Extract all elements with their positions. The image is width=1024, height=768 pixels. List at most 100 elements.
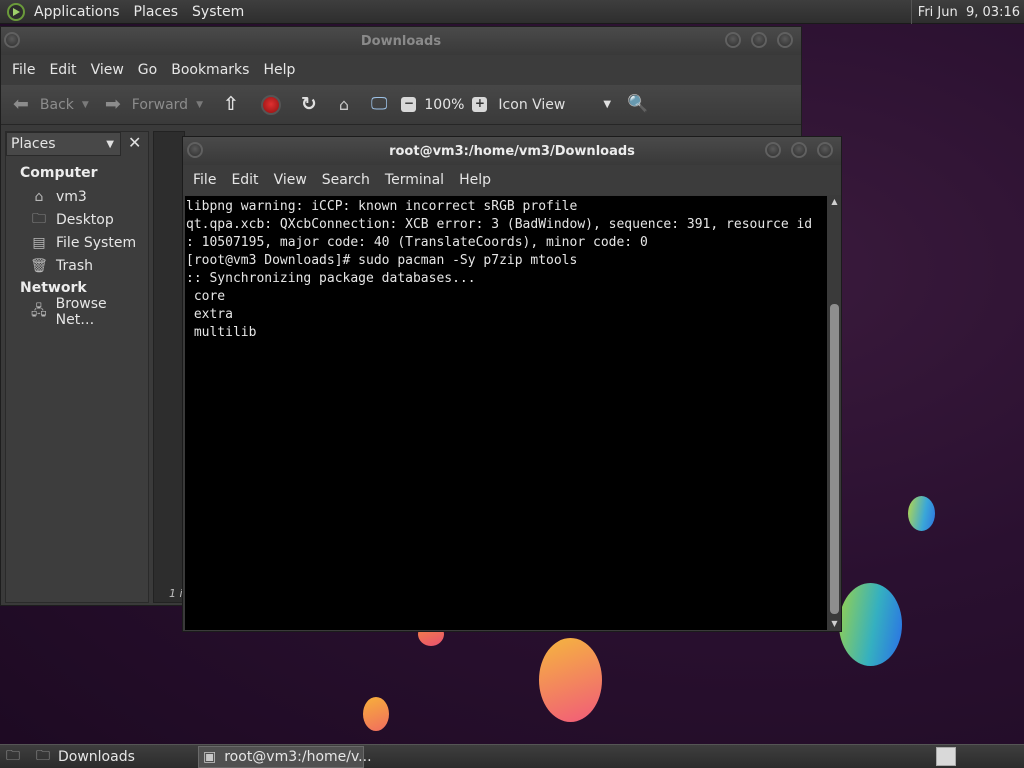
menu-go[interactable]: Go: [138, 62, 157, 78]
taskbar-item-terminal[interactable]: ▣ root@vm3:/home/v...: [198, 745, 372, 768]
menu-search[interactable]: Search: [322, 172, 370, 188]
menu-bookmarks[interactable]: Bookmarks: [171, 62, 249, 78]
folder-icon: 🗀: [36, 747, 50, 764]
bottom-panel: 🗀 🗀 Downloads ▣ root@vm3:/home/v...: [0, 744, 1024, 768]
workspace-switcher[interactable]: [936, 747, 956, 766]
show-desktop-button[interactable]: 🗀: [2, 746, 24, 768]
sidebar-item-label: vm3: [56, 188, 87, 205]
search-button[interactable]: 🔍: [627, 96, 648, 113]
sidebar-item-label: Browse Net…: [55, 295, 107, 328]
sidebar-group-computer: Computer: [20, 165, 98, 181]
chevron-down-icon: ▼: [106, 139, 114, 150]
sidebar-item-browse-network[interactable]: 🖧 Browse Net…: [6, 296, 148, 328]
menu-terminal[interactable]: Terminal: [385, 172, 444, 188]
places-sidebar: Places ▼ ✕ Computer ⌂ vm3 🗀 Desktop ▤ Fi…: [5, 131, 149, 603]
window-menu-icon[interactable]: [4, 32, 20, 48]
clock-text: Fri Jun 9, 03:16: [917, 4, 1020, 20]
file-manager-menubar: File Edit View Go Bookmarks Help: [1, 55, 801, 85]
zoom-level: 100%: [424, 96, 465, 113]
chevron-down-icon: ▼: [603, 99, 612, 110]
terminal-line: qt.qpa.xcb: QXcbConnection: XCB error: 3…: [186, 217, 813, 232]
terminal-output[interactable]: libpng warning: iCCP: known incorrect sR…: [185, 196, 827, 630]
bubble-decoration: [908, 496, 935, 531]
menu-file[interactable]: File: [12, 62, 35, 78]
sidebar-item-vm3[interactable]: ⌂ vm3: [6, 185, 148, 208]
places-menu[interactable]: Places: [134, 4, 179, 20]
zoom-out-button[interactable]: −: [401, 97, 417, 112]
sidebar-item-file-system[interactable]: ▤ File System: [6, 231, 148, 254]
clock[interactable]: Fri Jun 9, 03:16: [910, 0, 1024, 24]
close-icon[interactable]: [817, 142, 833, 158]
menu-help[interactable]: Help: [263, 62, 295, 78]
status-bar-text: 1 i: [169, 587, 183, 600]
back-arrow-icon: ⬅: [13, 93, 29, 115]
bubble-decoration: [539, 638, 602, 722]
terminal-line: : 10507195, major code: 40 (TranslateCoo…: [186, 235, 648, 250]
minimize-icon[interactable]: [765, 142, 781, 158]
menu-edit[interactable]: Edit: [231, 172, 258, 188]
sidebar-selector[interactable]: Places ▼: [6, 132, 121, 156]
terminal-icon: ▣: [203, 748, 217, 765]
terminal-window: root@vm3:/home/vm3/Downloads File Edit V…: [182, 136, 842, 632]
taskbar-item-label: root@vm3:/home/v...: [224, 748, 372, 765]
taskbar-item-label: Downloads: [58, 748, 135, 765]
terminal-scrollbar[interactable]: ▲ ▼: [828, 196, 841, 630]
file-view-area[interactable]: [153, 131, 185, 603]
scroll-up-icon[interactable]: ▲: [828, 196, 841, 208]
computer-button[interactable]: 🖵: [371, 96, 387, 113]
zoom-in-button[interactable]: +: [472, 97, 488, 112]
window-title: root@vm3:/home/vm3/Downloads: [389, 143, 635, 159]
terminal-menubar: File Edit View Search Terminal Help: [183, 165, 841, 195]
scroll-down-icon[interactable]: ▼: [828, 618, 841, 630]
close-icon[interactable]: [777, 32, 793, 48]
bubble-decoration: [839, 583, 902, 666]
forward-arrow-icon: ➡: [104, 93, 121, 115]
forward-button[interactable]: ➡ Forward ▼: [105, 95, 203, 114]
terminal-line: multilib: [186, 325, 257, 340]
minimize-icon[interactable]: [725, 32, 741, 48]
close-sidebar-icon[interactable]: ✕: [128, 133, 141, 152]
system-menu[interactable]: System: [192, 4, 244, 20]
back-button[interactable]: ⬅ Back ▼: [13, 95, 89, 114]
stop-button[interactable]: [260, 94, 281, 115]
top-panel: Applications Places System Fri Jun 9, 03…: [0, 0, 1024, 24]
network-icon: 🖧: [31, 302, 47, 319]
terminal-line: [root@vm3 Downloads]# sudo pacman -Sy p7…: [186, 253, 578, 268]
reload-button[interactable]: ↻: [301, 95, 317, 114]
applications-menu[interactable]: Applications: [34, 4, 120, 20]
distro-logo-icon[interactable]: [7, 2, 25, 21]
up-arrow-icon: ⇧: [223, 93, 239, 115]
file-manager-toolbar: ⬅ Back ▼ ➡ Forward ▼ ⇧ ↻ ⌂ 🖵 − 100% + Ic…: [1, 85, 801, 125]
window-menu-icon[interactable]: [187, 142, 203, 158]
view-mode-label: Icon View: [498, 96, 566, 113]
computer-icon: 🖵: [371, 94, 388, 114]
terminal-titlebar[interactable]: root@vm3:/home/vm3/Downloads: [183, 137, 841, 165]
maximize-icon[interactable]: [791, 142, 807, 158]
taskbar-item-downloads[interactable]: 🗀 Downloads: [32, 746, 192, 768]
menu-view[interactable]: View: [274, 172, 307, 188]
bubble-decoration: [363, 697, 389, 731]
window-title: Downloads: [360, 33, 442, 49]
menu-view[interactable]: View: [91, 62, 124, 78]
sidebar-header-label: Places: [11, 136, 56, 152]
home-button[interactable]: ⌂: [338, 94, 349, 114]
sidebar-item-desktop[interactable]: 🗀 Desktop: [6, 208, 148, 231]
maximize-icon[interactable]: [751, 32, 767, 48]
sidebar-item-label: File System: [56, 234, 137, 251]
menu-help[interactable]: Help: [459, 172, 491, 188]
scrollbar-thumb[interactable]: [830, 304, 839, 614]
sidebar-item-trash[interactable]: 🗑 Trash: [6, 254, 148, 277]
file-manager-titlebar[interactable]: Downloads: [1, 27, 801, 55]
chevron-down-icon: ▼: [196, 99, 203, 110]
terminal-line: extra: [186, 307, 233, 322]
up-button[interactable]: ⇧: [223, 95, 239, 114]
show-desktop-icon: 🗀: [6, 747, 20, 764]
menu-file[interactable]: File: [193, 172, 216, 188]
home-folder-icon: ⌂: [338, 94, 349, 114]
menu-edit[interactable]: Edit: [49, 62, 76, 78]
reload-icon: ↻: [300, 93, 317, 115]
forward-label: Forward: [131, 96, 189, 113]
terminal-line: libpng warning: iCCP: known incorrect sR…: [186, 199, 578, 214]
back-label: Back: [39, 96, 74, 113]
view-mode-select[interactable]: Icon View ▼: [498, 97, 611, 113]
